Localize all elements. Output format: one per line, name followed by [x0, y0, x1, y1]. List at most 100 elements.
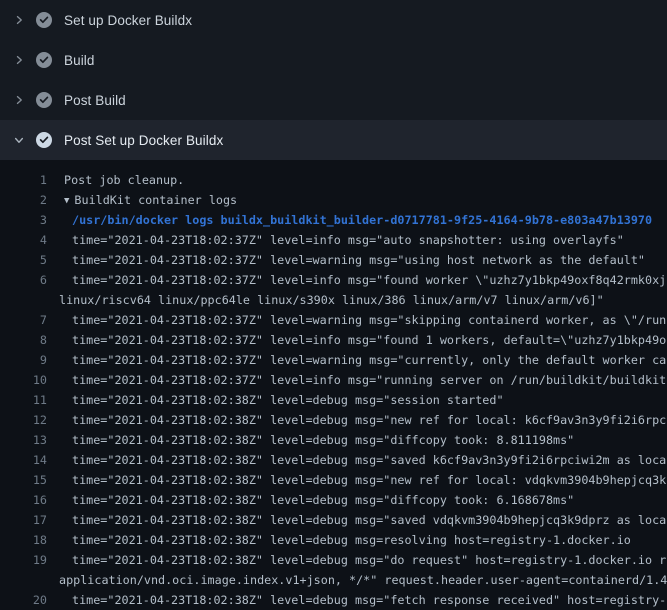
log-text: time="2021-04-23T18:02:38Z" level=debug …: [72, 430, 574, 450]
log-row: 1 Post job cleanup.: [0, 170, 667, 190]
log-text-content: application/vnd.oci.image.index.v1+json,…: [59, 573, 667, 587]
log-text: /usr/bin/docker logs buildx_buildkit_bui…: [72, 210, 652, 230]
log-text-content: time="2021-04-23T18:02:37Z" level=warnin…: [72, 313, 666, 327]
log-row: 11 time="2021-04-23T18:02:38Z" level=deb…: [0, 390, 667, 410]
log-text-content: time="2021-04-23T18:02:37Z" level=info m…: [72, 233, 624, 247]
log-text: linux/riscv64 linux/ppc64le linux/s390x …: [59, 290, 604, 310]
line-number[interactable]: 19: [0, 550, 47, 570]
log-text-content: Post job cleanup.: [64, 173, 184, 187]
line-number[interactable]: 15: [0, 470, 47, 490]
log-row: 10 time="2021-04-23T18:02:37Z" level=inf…: [0, 370, 667, 390]
log-row: 7 time="2021-04-23T18:02:37Z" level=warn…: [0, 310, 667, 330]
step-header-build[interactable]: Build: [0, 40, 667, 80]
log-text-content: time="2021-04-23T18:02:38Z" level=debug …: [72, 493, 574, 507]
log-text-content: BuildKit container logs: [74, 193, 237, 207]
triangle-down-icon[interactable]: ▼: [64, 191, 69, 211]
log-text-content: time="2021-04-23T18:02:38Z" level=debug …: [72, 453, 666, 467]
log-text: time="2021-04-23T18:02:38Z" level=debug …: [72, 490, 574, 510]
check-circle-icon: [36, 52, 52, 68]
log-row: 3 /usr/bin/docker logs buildx_buildkit_b…: [0, 210, 667, 230]
line-number[interactable]: 6: [0, 270, 47, 290]
step-header-set-up-docker-buildx[interactable]: Set up Docker Buildx: [0, 0, 667, 40]
log-text: Post job cleanup.: [64, 170, 184, 190]
log-row: 18 time="2021-04-23T18:02:38Z" level=deb…: [0, 530, 667, 550]
log-text-content: time="2021-04-23T18:02:38Z" level=debug …: [72, 393, 504, 407]
line-number[interactable]: 5: [0, 250, 47, 270]
log-text: time="2021-04-23T18:02:37Z" level=info m…: [72, 330, 666, 350]
chevron-right-icon: [13, 14, 25, 26]
line-number[interactable]: 8: [0, 330, 47, 350]
log-text: time="2021-04-23T18:02:37Z" level=info m…: [72, 230, 624, 250]
log-text: time="2021-04-23T18:02:38Z" level=debug …: [72, 530, 631, 550]
step-header-post-set-up-docker-buildx[interactable]: Post Set up Docker Buildx: [0, 120, 667, 160]
check-circle-icon: [36, 132, 52, 148]
log-text: time="2021-04-23T18:02:37Z" level=warnin…: [72, 250, 645, 270]
log-text: time="2021-04-23T18:02:37Z" level=warnin…: [72, 350, 666, 370]
log-row: 2 ▼ BuildKit container logs: [0, 190, 667, 210]
log-text: time="2021-04-23T18:02:38Z" level=debug …: [72, 590, 666, 610]
step-title: Post Set up Docker Buildx: [64, 133, 223, 148]
log-text: time="2021-04-23T18:02:38Z" level=debug …: [72, 510, 666, 530]
step-header-post-build[interactable]: Post Build: [0, 80, 667, 120]
log-text: time="2021-04-23T18:02:37Z" level=warnin…: [72, 310, 666, 330]
log-row: 14 time="2021-04-23T18:02:38Z" level=deb…: [0, 450, 667, 470]
log-row: application/vnd.oci.image.index.v1+json,…: [0, 570, 667, 590]
log-text: application/vnd.oci.image.index.v1+json,…: [59, 570, 667, 590]
line-number[interactable]: 11: [0, 390, 47, 410]
line-number[interactable]: 4: [0, 230, 47, 250]
line-number[interactable]: 12: [0, 410, 47, 430]
log-text-content: time="2021-04-23T18:02:37Z" level=info m…: [72, 333, 666, 347]
log-text-content: time="2021-04-23T18:02:38Z" level=debug …: [72, 593, 666, 607]
step-title: Build: [64, 53, 95, 68]
log-text: time="2021-04-23T18:02:38Z" level=debug …: [72, 410, 666, 430]
line-number[interactable]: 1: [0, 170, 47, 190]
log-text: ▼ BuildKit container logs: [64, 190, 237, 212]
log-row: linux/riscv64 linux/ppc64le linux/s390x …: [0, 290, 667, 310]
line-number[interactable]: 16: [0, 490, 47, 510]
step-title: Set up Docker Buildx: [64, 13, 192, 28]
step-title: Post Build: [64, 93, 126, 108]
log-row: 17 time="2021-04-23T18:02:38Z" level=deb…: [0, 510, 667, 530]
log-panel: 1 Post job cleanup. 2 ▼ BuildKit containe…: [0, 160, 667, 610]
log-row: 5 time="2021-04-23T18:02:37Z" level=warn…: [0, 250, 667, 270]
check-circle-icon: [36, 12, 52, 28]
log-text-content: /usr/bin/docker logs buildx_buildkit_bui…: [72, 213, 652, 227]
log-text-content: time="2021-04-23T18:02:38Z" level=debug …: [72, 533, 631, 547]
log-text: time="2021-04-23T18:02:37Z" level=info m…: [72, 370, 666, 390]
check-circle-icon: [36, 92, 52, 108]
log-text: time="2021-04-23T18:02:38Z" level=debug …: [72, 470, 666, 490]
log-row: 6 time="2021-04-23T18:02:37Z" level=info…: [0, 270, 667, 290]
line-number[interactable]: 7: [0, 310, 47, 330]
line-number[interactable]: 17: [0, 510, 47, 530]
log-text: time="2021-04-23T18:02:37Z" level=info m…: [72, 270, 666, 290]
log-row: 15 time="2021-04-23T18:02:38Z" level=deb…: [0, 470, 667, 490]
log-row: 9 time="2021-04-23T18:02:37Z" level=warn…: [0, 350, 667, 370]
line-number[interactable]: 3: [0, 210, 47, 230]
log-text-content: time="2021-04-23T18:02:38Z" level=debug …: [72, 513, 666, 527]
log-text-content: time="2021-04-23T18:02:37Z" level=warnin…: [72, 253, 645, 267]
line-number[interactable]: 10: [0, 370, 47, 390]
log-text: time="2021-04-23T18:02:38Z" level=debug …: [72, 450, 666, 470]
chevron-right-icon: [13, 94, 25, 106]
log-text-content: linux/riscv64 linux/ppc64le linux/s390x …: [59, 293, 604, 307]
log-row: 13 time="2021-04-23T18:02:38Z" level=deb…: [0, 430, 667, 450]
log-text-content: time="2021-04-23T18:02:38Z" level=debug …: [72, 433, 574, 447]
line-number[interactable]: 18: [0, 530, 47, 550]
log-text: time="2021-04-23T18:02:38Z" level=debug …: [72, 390, 504, 410]
line-number[interactable]: 20: [0, 590, 47, 610]
line-number[interactable]: 14: [0, 450, 47, 470]
log-text-content: time="2021-04-23T18:02:37Z" level=warnin…: [72, 353, 666, 367]
actions-log-viewer: { "steps": [ {"name": "Set up Docker Bui…: [0, 0, 667, 600]
log-row: 19 time="2021-04-23T18:02:38Z" level=deb…: [0, 550, 667, 570]
log-text-content: time="2021-04-23T18:02:38Z" level=debug …: [72, 553, 666, 567]
line-number[interactable]: 9: [0, 350, 47, 370]
log-text: time="2021-04-23T18:02:38Z" level=debug …: [72, 550, 666, 570]
line-number[interactable]: 13: [0, 430, 47, 450]
chevron-down-icon: [13, 134, 25, 146]
line-number[interactable]: 2: [0, 190, 47, 210]
log-row: 4 time="2021-04-23T18:02:37Z" level=info…: [0, 230, 667, 250]
log-text-content: time="2021-04-23T18:02:37Z" level=info m…: [72, 273, 666, 287]
log-row: 16 time="2021-04-23T18:02:38Z" level=deb…: [0, 490, 667, 510]
log-row: 8 time="2021-04-23T18:02:37Z" level=info…: [0, 330, 667, 350]
chevron-right-icon: [13, 54, 25, 66]
